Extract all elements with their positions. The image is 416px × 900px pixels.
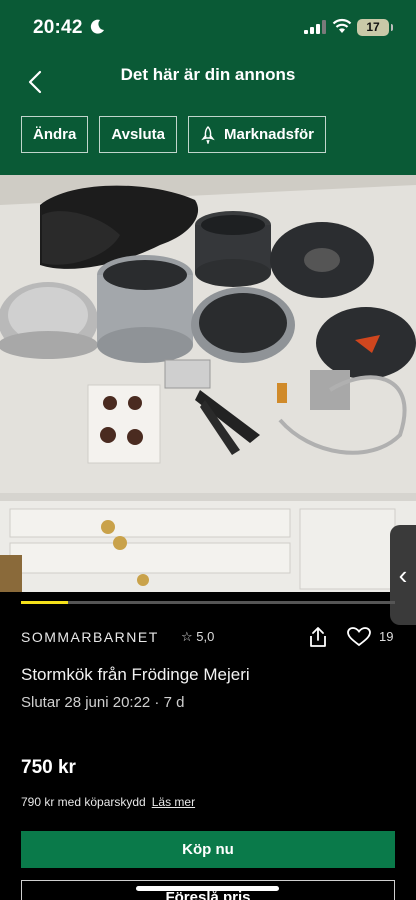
price-value: 750 kr [21, 757, 76, 778]
listing-end-time: Slutar 28 juni 20:22 · 7 d [21, 694, 185, 711]
status-time: 20:42 [33, 17, 83, 38]
buyer-protection-text: 790 kr med köparskydd [21, 795, 146, 809]
listing-title: Stormkök från Frödinge Mejeri [21, 665, 250, 684]
edit-button[interactable]: Ändra [21, 116, 89, 153]
home-indicator [136, 886, 279, 891]
status-bar: 20:42 17 [0, 0, 416, 56]
gallery-progress [21, 601, 395, 604]
price: 750 kr [21, 757, 91, 787]
header: 20:42 17 Det här är din annons Ändra Avs… [0, 0, 416, 175]
price-highlight [21, 779, 91, 787]
buy-now-button[interactable]: Köp nu [21, 831, 395, 868]
signal-icon [304, 20, 326, 34]
battery-indicator: 17 [357, 19, 393, 36]
promote-label: Marknadsför [223, 126, 315, 143]
gallery-progress-fill [21, 601, 68, 604]
gallery-next-handle[interactable]: ‹ [390, 525, 416, 625]
wifi-icon [332, 18, 352, 33]
heart-icon[interactable] [347, 627, 371, 647]
page-title: Det här är din annons [120, 65, 296, 84]
listing-photo[interactable] [0, 175, 416, 592]
moon-icon [90, 19, 104, 34]
read-more-link[interactable]: Läs mer [152, 795, 195, 809]
like-count: 19 [379, 629, 394, 644]
seller-row: SOMMARBARNET ☆ 5,0 19 [21, 626, 395, 648]
star-icon: ☆ [181, 629, 193, 644]
listing-actions: Ändra Avsluta Marknadsför [21, 116, 327, 153]
rocket-icon [201, 125, 215, 144]
buyer-protection: 790 kr med köparskydd Läs mer [21, 795, 195, 809]
seller-name[interactable]: SOMMARBARNET [21, 629, 159, 645]
promote-button[interactable]: Marknadsför [187, 116, 327, 153]
share-icon[interactable] [308, 626, 328, 648]
chevron-left-icon: ‹ [398, 559, 408, 590]
seller-rating: ☆ 5,0 [181, 629, 214, 645]
product-image [0, 175, 416, 592]
rating-value: 5,0 [196, 629, 215, 644]
end-button[interactable]: Avsluta [99, 116, 177, 153]
